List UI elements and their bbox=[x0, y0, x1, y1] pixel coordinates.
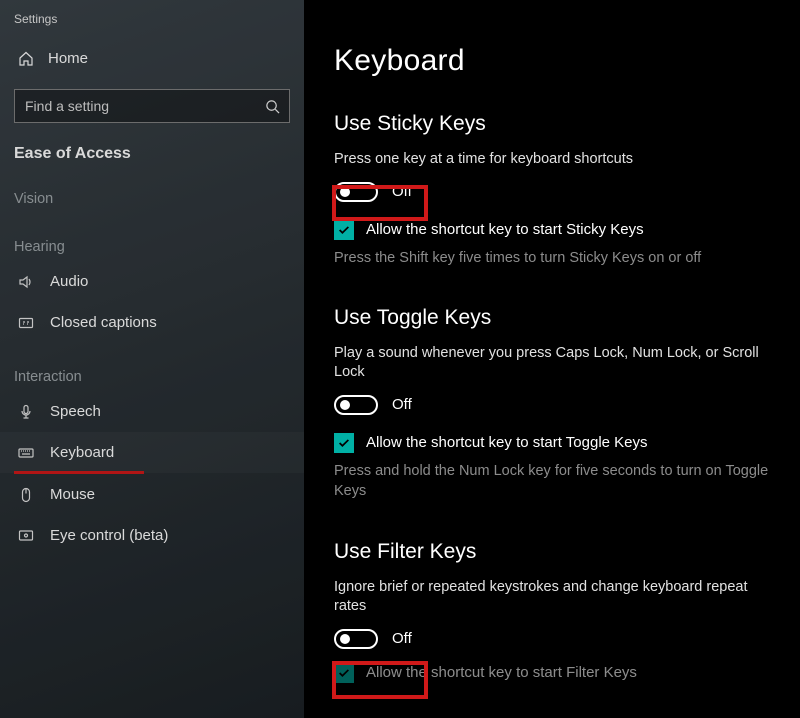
cc-icon bbox=[18, 315, 34, 331]
filter-keys-shortcut-checkbox[interactable]: Allow the shortcut key to start Filter K… bbox=[334, 663, 770, 683]
section-description: Ignore brief or repeated keystrokes and … bbox=[334, 578, 770, 617]
checkbox-label: Allow the shortcut key to start Sticky K… bbox=[366, 221, 644, 238]
checkbox-label: Allow the shortcut key to start Filter K… bbox=[366, 664, 637, 681]
section-sticky-keys: Use Sticky Keys Press one key at a time … bbox=[334, 112, 770, 268]
sidebar-item-label: Keyboard bbox=[50, 444, 114, 461]
page-title: Keyboard bbox=[334, 44, 770, 78]
sidebar-item-eye-control[interactable]: Eye control (beta) bbox=[0, 515, 304, 556]
sidebar: Settings Home Ease of Access Vision Hear… bbox=[0, 0, 304, 718]
sidebar-item-label: Eye control (beta) bbox=[50, 527, 168, 544]
search-input[interactable] bbox=[14, 89, 290, 123]
section-heading: Use Toggle Keys bbox=[334, 306, 770, 330]
group-interaction: Interaction bbox=[0, 343, 304, 391]
section-toggle-keys: Use Toggle Keys Play a sound whenever yo… bbox=[334, 306, 770, 502]
sidebar-item-closed-captions[interactable]: Closed captions bbox=[0, 302, 304, 343]
toggle-switch[interactable] bbox=[334, 395, 378, 415]
sidebar-item-label: Speech bbox=[50, 403, 101, 420]
group-vision: Vision bbox=[0, 165, 304, 213]
toggle-switch[interactable] bbox=[334, 182, 378, 202]
toggle-state-label: Off bbox=[392, 630, 412, 647]
section-filter-keys: Use Filter Keys Ignore brief or repeated… bbox=[334, 540, 770, 683]
group-hearing: Hearing bbox=[0, 213, 304, 261]
toggle-state-label: Off bbox=[392, 396, 412, 413]
sticky-keys-shortcut-checkbox[interactable]: Allow the shortcut key to start Sticky K… bbox=[334, 220, 770, 240]
search-field[interactable] bbox=[14, 89, 290, 123]
sticky-keys-toggle[interactable]: Off bbox=[334, 182, 770, 202]
checkbox-checked[interactable] bbox=[334, 663, 354, 683]
checkbox-checked[interactable] bbox=[334, 220, 354, 240]
section-description: Play a sound whenever you press Caps Loc… bbox=[334, 344, 770, 383]
sidebar-item-label: Closed captions bbox=[50, 314, 157, 331]
section-heading: Use Sticky Keys bbox=[334, 112, 770, 136]
keyboard-icon bbox=[18, 445, 34, 461]
section-subtext: Press the Shift key five times to turn S… bbox=[334, 248, 770, 268]
main-content: Keyboard Use Sticky Keys Press one key a… bbox=[304, 0, 800, 718]
checkbox-checked[interactable] bbox=[334, 433, 354, 453]
home-icon bbox=[18, 51, 34, 67]
sidebar-item-label: Mouse bbox=[50, 486, 95, 503]
home-button[interactable]: Home bbox=[0, 44, 304, 89]
sidebar-item-mouse[interactable]: Mouse bbox=[0, 474, 304, 515]
filter-keys-toggle[interactable]: Off bbox=[334, 629, 770, 649]
sidebar-item-label: Audio bbox=[50, 273, 88, 290]
toggle-keys-shortcut-checkbox[interactable]: Allow the shortcut key to start Toggle K… bbox=[334, 433, 770, 453]
toggle-keys-toggle[interactable]: Off bbox=[334, 395, 770, 415]
sidebar-item-keyboard[interactable]: Keyboard bbox=[0, 432, 304, 473]
section-heading: Ease of Access bbox=[0, 141, 304, 165]
toggle-switch[interactable] bbox=[334, 629, 378, 649]
section-description: Press one key at a time for keyboard sho… bbox=[334, 150, 770, 170]
eye-control-icon bbox=[18, 528, 34, 544]
section-subtext: Press and hold the Num Lock key for five… bbox=[334, 461, 770, 502]
toggle-state-label: Off bbox=[392, 183, 412, 200]
home-label: Home bbox=[48, 50, 88, 67]
window-title: Settings bbox=[0, 10, 304, 44]
checkbox-label: Allow the shortcut key to start Toggle K… bbox=[366, 434, 648, 451]
mouse-icon bbox=[18, 487, 34, 503]
sidebar-item-speech[interactable]: Speech bbox=[0, 391, 304, 432]
speaker-icon bbox=[18, 274, 34, 290]
microphone-icon bbox=[18, 404, 34, 420]
section-heading: Use Filter Keys bbox=[334, 540, 770, 564]
sidebar-item-audio[interactable]: Audio bbox=[0, 261, 304, 302]
